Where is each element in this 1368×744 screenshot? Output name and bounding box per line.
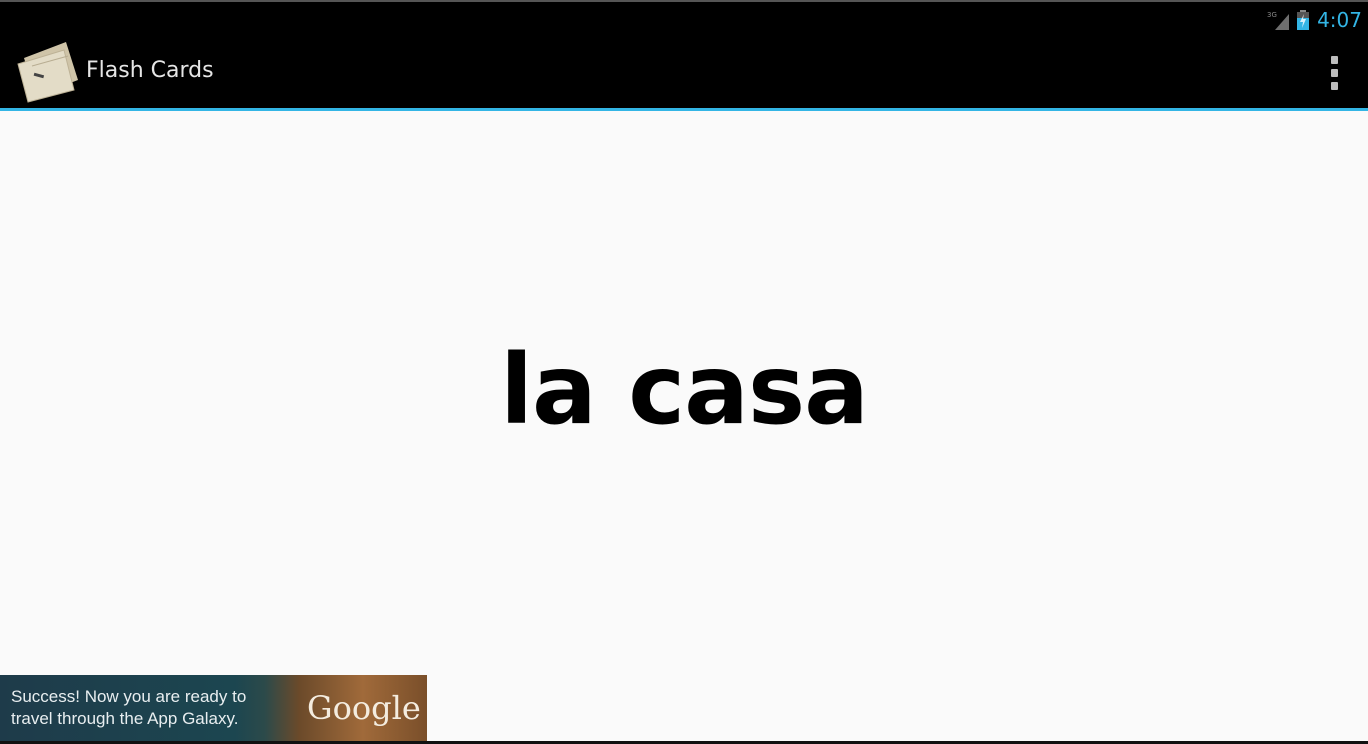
status-bar: 3G 4:07 [0,0,1368,36]
ad-text-line-1: Success! Now you are ready to [11,687,247,706]
card-word: la casa [500,334,869,446]
action-bar: Flash Cards [0,36,1368,111]
signal-icon: 3G [1267,10,1290,30]
overflow-dot [1330,69,1338,77]
google-logo: Google [307,689,421,727]
battery-icon [1297,10,1310,30]
status-icons: 3G 4:07 [1267,6,1362,34]
ad-text: Success! Now you are ready to travel thr… [11,686,246,730]
app-title: Flash Cards [86,58,214,83]
ad-text-line-2: travel through the App Galaxy. [11,709,239,728]
overflow-dot [1330,82,1338,90]
ad-banner[interactable]: Success! Now you are ready to travel thr… [0,675,427,741]
flash-card[interactable]: la casa [0,111,1368,671]
flash-cards-icon[interactable] [14,40,80,104]
overflow-dot [1330,56,1338,64]
network-type-label: 3G [1267,11,1277,19]
overflow-menu-icon[interactable] [1328,56,1340,90]
clock: 4:07 [1317,8,1362,32]
